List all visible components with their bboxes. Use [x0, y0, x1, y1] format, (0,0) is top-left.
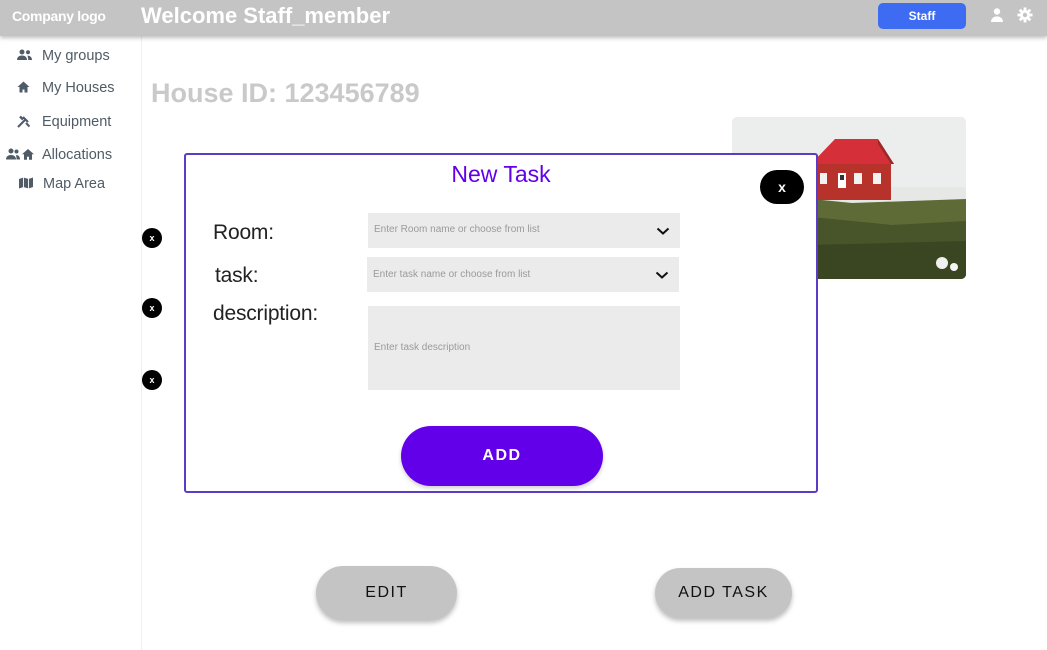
map-icon — [19, 177, 33, 191]
add-button[interactable]: ADD — [401, 426, 603, 486]
tools-icon — [17, 115, 31, 129]
sidebar-item-label: Equipment — [42, 114, 112, 130]
sidebar-item-allocations[interactable]: Allocations — [0, 144, 142, 166]
chevron-down-icon — [655, 271, 669, 279]
remove-description-button[interactable]: x — [142, 370, 162, 390]
sidebar-item-my-groups[interactable]: My groups — [0, 45, 142, 67]
staff-role-button[interactable]: Staff — [878, 3, 966, 29]
description-placeholder: Enter task description — [374, 342, 471, 353]
top-bar: Company logo Welcome Staff_member Staff — [0, 0, 1047, 36]
sidebar-item-label: Allocations — [42, 147, 113, 163]
description-textarea[interactable]: Enter task description — [368, 306, 680, 390]
sidebar-item-my-houses[interactable]: My Houses — [0, 77, 142, 99]
edit-button[interactable]: EDIT — [316, 566, 457, 620]
remove-task-button[interactable]: x — [142, 298, 162, 318]
sidebar-item-label: Map Area — [43, 176, 106, 192]
modal-close-button[interactable]: x — [760, 170, 804, 204]
remove-room-button[interactable]: x — [142, 228, 162, 248]
house-id-title: House ID: 123456789 — [151, 78, 420, 108]
task-label: task: — [215, 264, 259, 287]
room-label: Room: — [213, 221, 274, 244]
task-select[interactable]: Enter task name or choose from list — [367, 257, 679, 292]
sidebar-item-map-area[interactable]: Map Area — [0, 173, 142, 195]
modal-title: New Task — [451, 161, 551, 187]
groups-icon — [17, 49, 32, 63]
sidebar-item-label: My Houses — [42, 80, 115, 96]
company-logo[interactable]: Company logo — [12, 8, 106, 24]
new-task-modal: New Task x Room: Enter Room name or choo… — [184, 153, 818, 493]
allocations-icon — [6, 148, 35, 162]
sidebar: My groups My Houses Equipment Allocation… — [0, 36, 142, 650]
sidebar-item-label: My groups — [42, 48, 110, 64]
welcome-title: Welcome Staff_member — [141, 3, 391, 28]
gear-icon[interactable] — [1017, 7, 1033, 23]
description-label: description: — [213, 302, 318, 325]
user-icon[interactable] — [989, 7, 1005, 23]
chevron-down-icon — [656, 227, 670, 235]
task-placeholder: Enter task name or choose from list — [373, 269, 531, 280]
house-icon — [17, 81, 30, 95]
room-select[interactable]: Enter Room name or choose from list — [368, 213, 680, 248]
add-task-button[interactable]: ADD TASK — [655, 568, 792, 618]
sidebar-item-equipment[interactable]: Equipment — [0, 111, 142, 133]
room-placeholder: Enter Room name or choose from list — [374, 224, 540, 235]
